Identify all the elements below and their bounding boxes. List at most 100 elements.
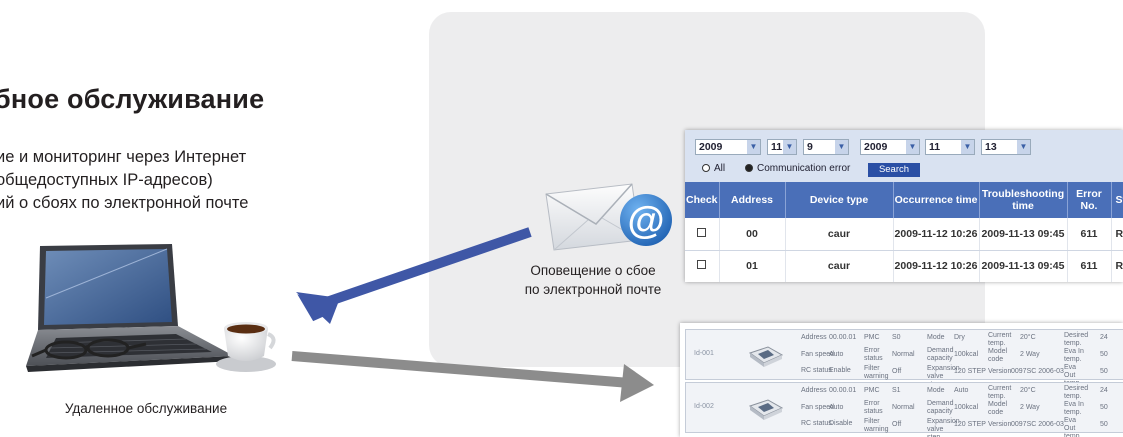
field-label: Address	[801, 334, 827, 341]
gray-arrow-line	[291, 351, 631, 388]
to-day-value: 13	[985, 141, 997, 153]
field-value: 50	[1100, 351, 1108, 358]
field-value: S0	[892, 334, 901, 341]
to-day-select[interactable]: 13 ▼	[981, 139, 1031, 155]
field-label: Version	[988, 368, 1012, 375]
field-value: 24	[1100, 387, 1108, 394]
column-header: Address	[719, 182, 786, 218]
field-value: 00.00.01	[829, 334, 857, 341]
unit-name: Id-002	[694, 403, 714, 410]
email-caption: Оповещение о сбое по электронной почте	[503, 261, 683, 299]
cell-troubleshooting: 2009-11-13 09:45	[979, 250, 1068, 282]
search-button[interactable]: Search	[868, 163, 920, 177]
column-header: Stat	[1111, 182, 1123, 218]
radio-comm-label: Communication error	[757, 163, 851, 174]
field-value: Dry	[954, 334, 965, 341]
field-value: 2 Way	[1020, 404, 1040, 411]
field-label: Eva Out temp.	[1064, 417, 1082, 437]
to-month-value: 11	[929, 141, 941, 153]
radio-communication-error[interactable]: Communication error	[745, 163, 850, 174]
unit-status-window: Id-001 Address 00.00.01 Fan speed Auto R…	[680, 323, 1123, 437]
from-year-select[interactable]: 2009 ▼	[695, 139, 761, 155]
table-header-row: Check Address Device type Occurrence tim…	[685, 182, 1123, 218]
from-month-select[interactable]: 11 ▼	[767, 139, 797, 155]
radio-icon	[702, 164, 710, 172]
field-value: Off	[892, 421, 902, 428]
field-label: Expansion valve step	[927, 418, 960, 437]
field-label: Current temp.	[988, 332, 1012, 347]
diagram-stage: бное обслуживание ие и мониторинг через …	[0, 0, 1123, 437]
field-value: Normal	[892, 351, 915, 358]
field-label: Eva In temp.	[1064, 401, 1084, 416]
row-check[interactable]	[685, 218, 720, 251]
field-value: Enable	[829, 367, 851, 374]
field-label: Model code	[988, 348, 1008, 363]
unit-name: Id-001	[694, 350, 714, 357]
column-header: Device type	[785, 182, 894, 218]
to-month-select[interactable]: 11 ▼	[925, 139, 975, 155]
from-day-select[interactable]: 9 ▼	[803, 139, 849, 155]
field-value: 50	[1100, 421, 1108, 428]
cell-address: 00	[719, 218, 786, 251]
field-value: 20°C	[1020, 334, 1036, 341]
to-year-select[interactable]: 2009 ▼	[860, 139, 920, 155]
unit-card[interactable]: Id-001 Address 00.00.01 Fan speed Auto R…	[685, 329, 1123, 388]
field-label: Eva In temp.	[1064, 348, 1084, 363]
field-value: 20°C	[1020, 387, 1036, 394]
column-header: Error No.	[1067, 182, 1112, 218]
from-day-value: 9	[807, 141, 813, 153]
field-label: RC status	[801, 420, 832, 427]
column-header: Occurrence time	[893, 182, 980, 218]
field-value: Auto	[954, 387, 969, 394]
chevron-down-icon: ▼	[906, 140, 919, 154]
chevron-down-icon: ▼	[835, 140, 848, 154]
cell-status: Reso	[1111, 250, 1123, 282]
field-label: RC status	[801, 367, 832, 374]
field-label: Filter warning	[864, 418, 889, 433]
unit-card[interactable]: Id-002 Address 00.00.01 Fan speed Auto R…	[685, 382, 1123, 437]
chevron-down-icon: ▼	[783, 140, 796, 154]
field-value: 2 Way	[1020, 351, 1040, 358]
gray-arrowhead	[620, 364, 654, 402]
cell-occurrence: 2009-11-12 10:26	[893, 218, 980, 251]
field-label: Mode	[927, 334, 945, 341]
field-label: Filter warning	[864, 365, 889, 380]
table-row[interactable]: 00 caur 2009-11-12 10:26 2009-11-13 09:4…	[685, 218, 1123, 251]
column-header: Check	[685, 182, 720, 218]
field-label: PMC	[864, 387, 880, 394]
email-icon: @	[545, 183, 672, 251]
table-row[interactable]: 01 caur 2009-11-12 10:26 2009-11-13 09:4…	[685, 250, 1123, 282]
cell-address: 01	[719, 250, 786, 282]
field-label: Desired temp.	[1064, 385, 1089, 400]
field-value: S1	[892, 387, 901, 394]
chevron-down-icon: ▼	[747, 140, 760, 154]
field-value: 120 STEP	[954, 368, 986, 375]
field-value: 50	[1100, 368, 1108, 375]
cell-device: caur	[785, 250, 894, 282]
chevron-down-icon: ▼	[961, 140, 974, 154]
field-value: Disable	[829, 420, 853, 427]
radio-all[interactable]: All	[702, 163, 725, 174]
field-value: 100kcal	[954, 351, 979, 358]
field-label: Mode	[927, 387, 945, 394]
error-list-window: 2009 ▼ 11 ▼ 9 ▼ 2009 ▼ 11 ▼ 13 ▼ All Communica…	[685, 130, 1123, 282]
field-value: 0097SC 2006-03	[1011, 368, 1064, 375]
field-value: 100kcal	[954, 404, 979, 411]
field-value: 120 STEP	[954, 421, 986, 428]
field-label: Model code	[988, 401, 1008, 416]
column-header: Troubleshooting time	[979, 182, 1068, 218]
checkbox-icon	[697, 227, 707, 237]
to-year-value: 2009	[864, 141, 888, 153]
error-table: Check Address Device type Occurrence tim…	[685, 182, 1123, 282]
field-value: 24	[1100, 334, 1108, 341]
cell-error-no: 611	[1067, 218, 1112, 251]
cell-device: caur	[785, 218, 894, 251]
filter-bar: 2009 ▼ 11 ▼ 9 ▼ 2009 ▼ 11 ▼ 13 ▼ All Communica…	[685, 130, 1123, 182]
row-check[interactable]	[685, 250, 720, 282]
field-label: Address	[801, 387, 827, 394]
svg-text:@: @	[627, 200, 664, 242]
field-value: Auto	[829, 404, 844, 411]
radio-all-label: All	[714, 163, 726, 174]
field-value: Normal	[892, 404, 915, 411]
field-label: Error status	[864, 400, 883, 415]
